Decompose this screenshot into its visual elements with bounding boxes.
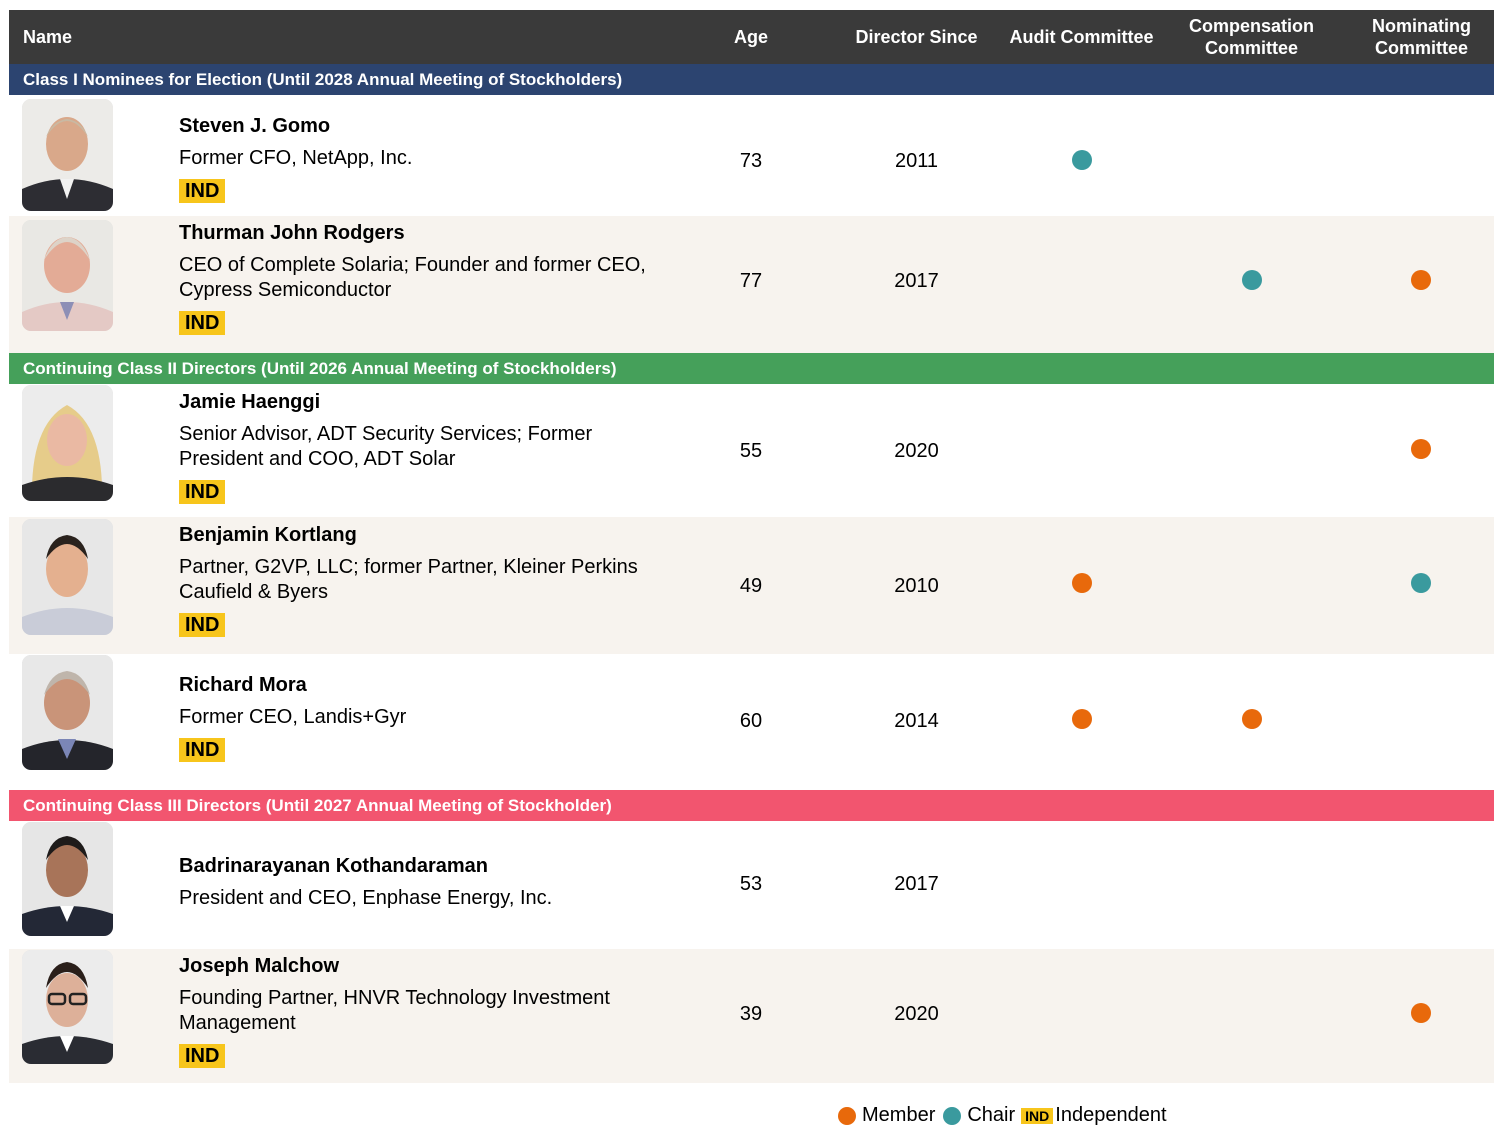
header-audit-committee: Audit Committee [1009, 27, 1154, 47]
director-name: Jamie Haenggi [179, 391, 321, 413]
director-since: 2017 [894, 873, 939, 895]
independent-badge: IND [179, 613, 226, 637]
director-info: Badrinarayanan Kothandaraman President a… [179, 854, 659, 911]
director-info: Joseph Malchow Founding Partner, HNVR Te… [179, 954, 659, 1068]
director-role: President and CEO, Enphase Energy, Inc. [179, 887, 553, 909]
director-name: Joseph Malchow [179, 955, 340, 977]
chair-dot [943, 1106, 962, 1125]
director-age: 73 [739, 150, 763, 172]
portrait-icon [22, 385, 113, 501]
board-table: Name Age Director Since Audit Committee … [9, 10, 1494, 1083]
independent-badge: IND [179, 311, 226, 335]
director-since: 2010 [894, 575, 939, 597]
header-name: Name [23, 27, 73, 47]
legend-chair: Chair [967, 1104, 1016, 1126]
director-since: 2014 [894, 710, 939, 732]
director-row: Joseph Malchow Founding Partner, HNVR Te… [9, 949, 1494, 1083]
compensation-chair-dot [1242, 270, 1262, 290]
member-dot [838, 1106, 856, 1125]
nominating-member-dot [1411, 439, 1431, 459]
section-class-3: Continuing Class III Directors (Until 20… [9, 790, 1494, 821]
director-role: Former CFO, NetApp, Inc. [179, 147, 413, 169]
director-role: Senior Advisor, ADT Security Services; F… [179, 423, 593, 470]
header-compensation-committee: Compensation Committee [1188, 16, 1314, 58]
director-age: 39 [739, 1003, 763, 1025]
portrait-icon [22, 822, 113, 936]
director-role: Partner, G2VP, LLC; former Partner, Klei… [179, 556, 638, 603]
director-age: 53 [739, 873, 763, 895]
director-row: Benjamin Kortlang Partner, G2VP, LLC; fo… [9, 517, 1494, 654]
independent-badge: IND [179, 738, 226, 762]
director-since: 2020 [894, 440, 939, 462]
director-row: Richard Mora Former CEO, Landis+Gyr IND … [9, 654, 1494, 790]
director-name: Badrinarayanan Kothandaraman [179, 855, 488, 877]
director-since: 2020 [894, 1003, 939, 1025]
director-photo [22, 822, 113, 936]
portrait-icon [22, 950, 113, 1064]
director-role: CEO of Complete Solaria; Founder and for… [179, 254, 646, 301]
portrait-icon [22, 655, 113, 770]
director-since: 2017 [894, 270, 939, 292]
table-header: Name Age Director Since Audit Committee … [9, 10, 1494, 64]
director-photo [22, 519, 113, 635]
header-nominating-committee: Nominating Committee [1372, 16, 1471, 58]
director-role: Founding Partner, HNVR Technology Invest… [179, 987, 610, 1034]
audit-chair-dot [1072, 150, 1092, 170]
director-name: Steven J. Gomo [179, 115, 331, 137]
nominating-member-dot [1411, 1003, 1431, 1023]
director-info: Steven J. Gomo Former CFO, NetApp, Inc. … [179, 114, 659, 203]
director-info: Thurman John Rodgers CEO of Complete Sol… [179, 221, 659, 335]
director-since: 2011 [894, 150, 938, 172]
director-photo [22, 385, 113, 501]
director-age: 49 [739, 575, 763, 597]
director-age: 77 [739, 270, 763, 292]
legend-member: Member [862, 1104, 936, 1126]
director-role: Former CEO, Landis+Gyr [179, 706, 407, 728]
director-row: Thurman John Rodgers CEO of Complete Sol… [9, 216, 1494, 353]
section-class-1: Class I Nominees for Election (Until 202… [9, 64, 1494, 95]
director-photo [22, 220, 113, 331]
section-class-2: Continuing Class II Directors (Until 202… [9, 353, 1494, 384]
legend-ind-badge: IND [1021, 1107, 1054, 1124]
portrait-icon [22, 99, 113, 211]
director-photo [22, 950, 113, 1064]
director-row: Jamie Haenggi Senior Advisor, ADT Securi… [9, 384, 1494, 517]
legend: Member Chair IND Independent [838, 1104, 1167, 1127]
portrait-icon [22, 519, 113, 635]
director-photo [22, 99, 113, 211]
director-name: Benjamin Kortlang [179, 524, 357, 546]
independent-badge: IND [179, 1044, 226, 1068]
director-row: Badrinarayanan Kothandaraman President a… [9, 821, 1494, 949]
portrait-icon [22, 220, 113, 331]
director-info: Jamie Haenggi Senior Advisor, ADT Securi… [179, 390, 659, 504]
compensation-member-dot [1242, 709, 1262, 729]
director-info: Benjamin Kortlang Partner, G2VP, LLC; fo… [179, 523, 659, 637]
nominating-chair-dot [1411, 573, 1431, 593]
independent-badge: IND [179, 480, 226, 504]
director-age: 60 [739, 710, 763, 732]
audit-member-dot [1072, 573, 1092, 593]
legend-independent: Independent [1055, 1104, 1167, 1126]
director-age: 55 [739, 440, 763, 462]
audit-member-dot [1072, 709, 1092, 729]
nominating-member-dot [1411, 270, 1431, 290]
director-name: Thurman John Rodgers [179, 222, 405, 244]
director-info: Richard Mora Former CEO, Landis+Gyr IND [179, 673, 659, 762]
director-name: Richard Mora [179, 674, 307, 696]
header-age: Age [733, 27, 768, 47]
independent-badge: IND [179, 179, 226, 203]
header-director-since: Director Since [855, 27, 978, 47]
director-row: Steven J. Gomo Former CFO, NetApp, Inc. … [9, 95, 1494, 216]
director-photo [22, 655, 113, 770]
